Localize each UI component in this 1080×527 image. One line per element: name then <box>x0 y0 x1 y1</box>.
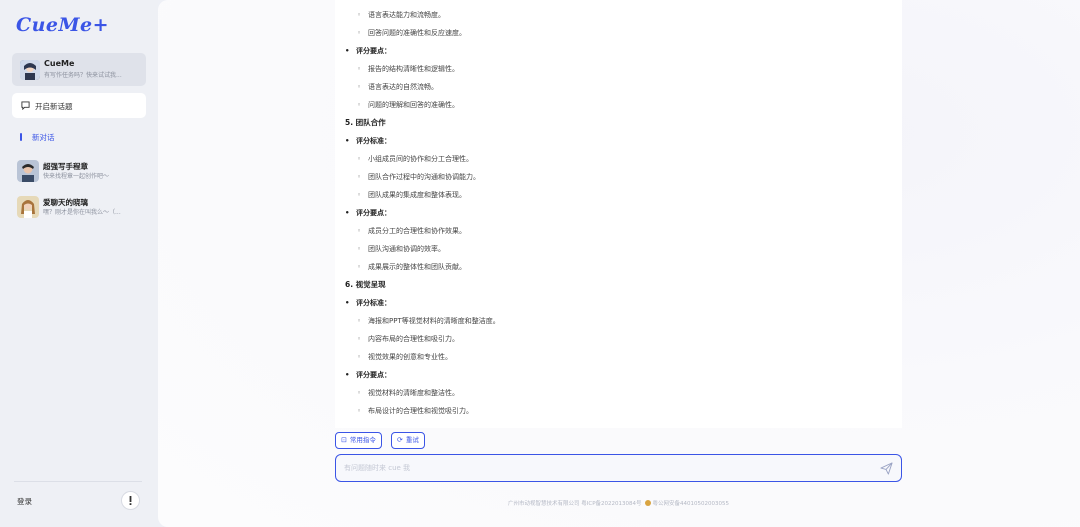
send-icon[interactable] <box>880 462 893 475</box>
message-content: 语言表达能力和流畅度。回答问题的准确性和反应速度。评分要点： 报告的结构清晰性和逻… <box>335 0 902 428</box>
bullet-item: 评分要点： <box>345 370 391 380</box>
footer-police: 粤公网安备44010502003055 <box>652 501 730 507</box>
avatar <box>17 196 39 218</box>
sub-list-item: 内容布局的合理性和吸引力。 <box>357 334 459 344</box>
profile-name: CueMe <box>44 59 75 68</box>
retry-button[interactable]: ⟳ 重试 <box>391 432 425 449</box>
section-heading: 6. 视觉呈现 <box>345 280 386 289</box>
sub-list-item: 海报和PPT等视觉材料的清晰度和整洁度。 <box>357 316 500 326</box>
sub-list-item: 语言表达的自然流畅。 <box>357 82 438 92</box>
chat-input-box <box>335 454 902 482</box>
common-commands-button[interactable]: ⊡ 常用指令 <box>335 432 382 449</box>
police-badge-icon <box>644 500 651 506</box>
sub-list-item: 团队合作过程中的沟通和协调能力。 <box>357 172 480 182</box>
footer: 广州市动视智慧技术有限公司 粤ICP备2022013084号 粤公网安备44010… <box>335 499 902 507</box>
sub-list-item: 报告的结构清晰性和逻辑性。 <box>357 64 459 74</box>
bullet-item: 评分标准： <box>345 136 391 146</box>
common-commands-label: 常用指令 <box>349 437 376 444</box>
divider <box>14 481 142 482</box>
chat-subtitle: 快来找程章一起创作吧～ <box>43 173 110 180</box>
sub-list-item: 视觉效果的创意和专业性。 <box>357 352 452 362</box>
sub-list-item: 回答问题的准确性和反应速度。 <box>357 28 466 38</box>
command-icon: ⊡ <box>341 437 347 444</box>
chat-subtitle: 嘿？刚才是你在叫我么～（... <box>43 209 121 216</box>
chat-bubble-icon <box>21 101 30 110</box>
new-topic-label: 开启新话题 <box>35 102 73 111</box>
sub-list-item: 成果展示的整体性和团队贡献。 <box>357 262 466 272</box>
sub-list-item: 小组成员间的协作和分工合理性。 <box>357 154 473 164</box>
chat-input[interactable] <box>344 461 864 475</box>
sub-list-item: 团队沟通和协调的效率。 <box>357 244 445 254</box>
login-link[interactable]: 登录 <box>17 496 32 507</box>
sub-list-item: 视觉材料的清晰度和整洁性。 <box>357 388 459 398</box>
profile-subtitle: 有写作任务吗？快来试试我... <box>44 72 122 79</box>
sub-list-item: 成员分工的合理性和协作效果。 <box>357 226 466 236</box>
footer-company: 广州市动视智慧技术有限公司 粤ICP备2022013084号 <box>507 501 642 507</box>
avatar <box>20 60 40 80</box>
bullet-item: 评分要点： <box>345 46 391 56</box>
sub-list-item: 语言表达能力和流畅度。 <box>357 10 445 20</box>
bullet-item: 评分要点： <box>345 208 391 218</box>
sidebar: CueMe+ CueMe 有写作任务吗？快来试试我... 开启新话题 新对话 超… <box>0 0 158 527</box>
chat-item[interactable]: 爱聊天的晓璃 嘿？刚才是你在叫我么～（... <box>17 196 152 220</box>
retry-label: 重试 <box>405 437 419 444</box>
sub-list-item: 问题的理解和回答的准确性。 <box>357 100 459 110</box>
sub-list-item: 团队成果的集成度和整体表现。 <box>357 190 466 200</box>
active-indicator <box>20 133 22 141</box>
section-heading: 5. 团队合作 <box>345 118 386 127</box>
info-icon[interactable] <box>121 491 140 510</box>
bullet-item: 评分标准： <box>345 298 391 308</box>
profile-card[interactable]: CueMe 有写作任务吗？快来试试我... <box>12 53 146 86</box>
chat-item[interactable]: 超强写手程章 快来找程章一起创作吧～ <box>17 160 152 184</box>
avatar <box>17 160 39 182</box>
sub-list-item: 布局设计的合理性和视觉吸引力。 <box>357 406 473 416</box>
logo[interactable]: CueMe+ <box>16 14 109 36</box>
refresh-icon: ⟳ <box>397 437 403 444</box>
new-topic-button[interactable]: 开启新话题 <box>12 93 146 118</box>
new-chat-label: 新对话 <box>32 133 55 142</box>
